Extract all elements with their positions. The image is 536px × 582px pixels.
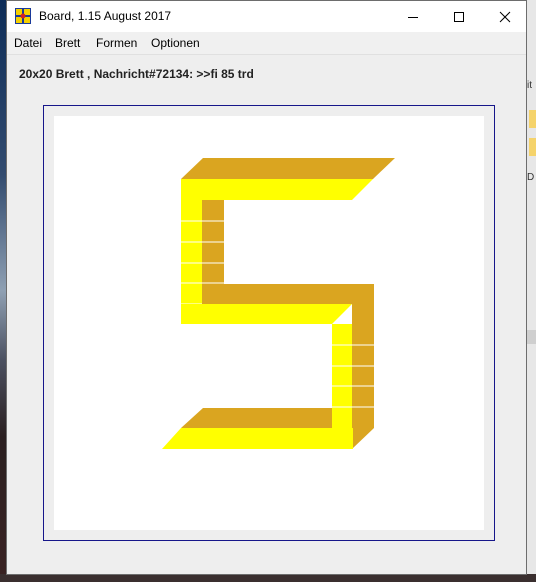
top-bar-front-face (181, 179, 373, 200)
right-column-side (352, 304, 374, 449)
maximize-button[interactable] (436, 1, 482, 32)
fragment-text: D (527, 172, 535, 183)
top-bar-top-face (181, 158, 395, 179)
board-window: Board, 1.15 August 2017 Datei Brett Form… (6, 0, 527, 575)
fragment-text: it (527, 80, 532, 91)
fragment-highlight (529, 138, 536, 156)
menu-optionen[interactable]: Optionen (151, 36, 200, 50)
close-icon (499, 11, 511, 22)
menu-formen[interactable]: Formen (96, 36, 137, 50)
board-frame (43, 105, 495, 541)
title-bar[interactable]: Board, 1.15 August 2017 (7, 1, 526, 32)
board-grid-icon (15, 8, 31, 24)
bottom-bar-top-face (181, 408, 332, 428)
window-title: Board, 1.15 August 2017 (39, 9, 172, 23)
menu-bar: Datei Brett Formen Optionen (7, 32, 526, 55)
maximize-icon (454, 11, 464, 22)
fragment-bar (527, 330, 536, 344)
status-message: 20x20 Brett , Nachricht#72134: >>fi 85 t… (19, 67, 254, 81)
middle-bar-front-face (181, 304, 352, 324)
board-canvas[interactable] (54, 116, 484, 530)
minimize-button[interactable] (390, 1, 436, 32)
middle-bar-top-face (202, 284, 374, 304)
fragment-highlight (529, 110, 536, 128)
menu-brett[interactable]: Brett (55, 36, 80, 50)
bottom-bar-front-face (162, 428, 353, 449)
taskbar-fragment (0, 574, 536, 582)
background-window-fragment: it D (527, 0, 536, 582)
close-button[interactable] (482, 1, 528, 32)
menu-datei[interactable]: Datei (14, 36, 42, 50)
digit-five-shape (162, 158, 395, 449)
minimize-icon (408, 16, 418, 18)
